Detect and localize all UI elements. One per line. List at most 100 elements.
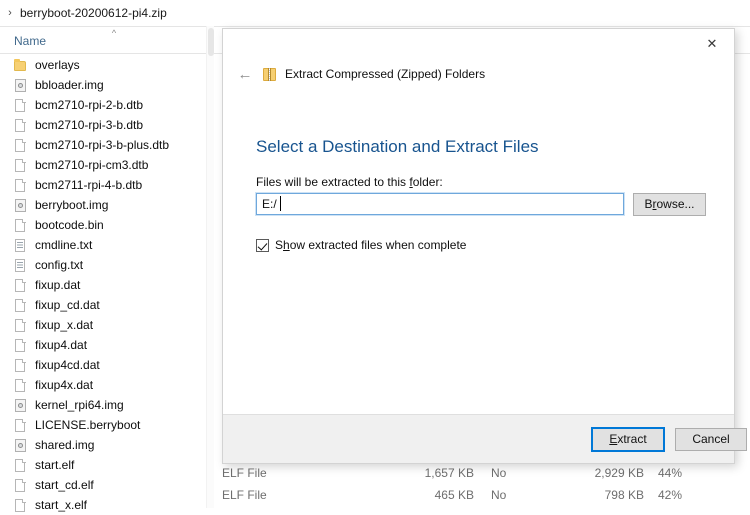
document-icon	[14, 158, 27, 173]
text-document-icon	[14, 258, 27, 273]
file-list-item[interactable]: kernel_rpi64.img	[0, 395, 206, 415]
file-list-item[interactable]: fixup_cd.dat	[0, 295, 206, 315]
cell-size: 1,657 KB	[406, 466, 474, 480]
file-name-label: bootcode.bin	[35, 218, 104, 232]
extract-wizard-dialog: ✕ ← Extract Compressed (Zipped) Folders …	[222, 28, 735, 464]
sort-ascending-icon[interactable]: ^	[108, 28, 120, 38]
checkbox-text-post: ow extracted files when complete	[290, 238, 467, 252]
show-extracted-checkbox-row[interactable]: Show extracted files when complete	[256, 238, 466, 252]
checkbox-label: Show extracted files when complete	[275, 238, 466, 252]
document-icon	[14, 378, 27, 393]
file-name-label: fixup.dat	[35, 278, 80, 292]
document-icon	[14, 478, 27, 493]
file-name-label: bbloader.img	[35, 78, 104, 92]
file-list-item[interactable]: bcm2710-rpi-2-b.dtb	[0, 95, 206, 115]
disc-image-icon	[14, 198, 27, 213]
cell-size: 465 KB	[406, 488, 474, 502]
file-list-item[interactable]: start_x.elf	[0, 495, 206, 515]
file-list-item[interactable]: bootcode.bin	[0, 215, 206, 235]
browse-text-post: owse...	[657, 197, 695, 211]
file-list-item[interactable]: config.txt	[0, 255, 206, 275]
file-list-item[interactable]: bcm2710-rpi-3-b-plus.dtb	[0, 135, 206, 155]
cell-pct: 44%	[658, 466, 682, 480]
text-cursor	[280, 196, 281, 211]
file-list-scrollbar[interactable]	[206, 26, 214, 508]
label-text-pre: Files will be extracted to this	[256, 175, 409, 189]
checkbox-checked-icon[interactable]	[256, 239, 269, 252]
file-name-label: LICENSE.berryboot	[35, 418, 140, 432]
file-name-label: config.txt	[35, 258, 83, 272]
file-name-label: bcm2710-rpi-3-b.dtb	[35, 118, 143, 132]
breadcrumb-path[interactable]: berryboot-20200612-pi4.zip	[20, 6, 167, 20]
document-icon	[14, 278, 27, 293]
cancel-button[interactable]: Cancel	[675, 428, 747, 451]
file-list-item[interactable]: bcm2711-rpi-4-b.dtb	[0, 175, 206, 195]
file-list-item[interactable]: fixup_x.dat	[0, 315, 206, 335]
file-name-label: fixup4.dat	[35, 338, 87, 352]
cell-protected: No	[491, 466, 506, 480]
destination-field-label: Files will be extracted to this folder:	[256, 175, 443, 189]
file-name-label: overlays	[35, 58, 80, 72]
file-list-item[interactable]: bcm2710-rpi-cm3.dtb	[0, 155, 206, 175]
breadcrumb[interactable]: › berryboot-20200612-pi4.zip	[0, 0, 750, 26]
cell-ratio: 2,929 KB	[576, 466, 644, 480]
page-title: Select a Destination and Extract Files	[256, 137, 539, 157]
disc-image-icon	[14, 78, 27, 93]
back-arrow-icon[interactable]: ←	[230, 61, 260, 87]
file-name-label: start.elf	[35, 458, 74, 472]
file-name-label: bcm2710-rpi-cm3.dtb	[35, 158, 148, 172]
extract-button[interactable]: Extract	[592, 428, 664, 451]
document-icon	[14, 318, 27, 333]
table-row[interactable]: ELF File 1,657 KB No 2,929 KB 44%	[206, 462, 750, 484]
close-icon[interactable]: ✕	[690, 29, 734, 57]
file-name-label: start_x.elf	[35, 498, 87, 512]
file-list-item[interactable]: shared.img	[0, 435, 206, 455]
file-list-item[interactable]: LICENSE.berryboot	[0, 415, 206, 435]
document-icon	[14, 498, 27, 513]
file-list[interactable]: overlays bbloader.img bcm2710-rpi-2-b.dtb b…	[0, 55, 206, 508]
cell-pct: 42%	[658, 488, 682, 502]
checkbox-mnemonic: h	[283, 238, 290, 252]
column-header-name[interactable]: Name	[14, 34, 46, 48]
file-name-label: cmdline.txt	[35, 238, 92, 252]
zip-folder-icon	[262, 67, 277, 82]
text-document-icon	[14, 238, 27, 253]
cell-protected: No	[491, 488, 506, 502]
file-list-item[interactable]: fixup4x.dat	[0, 375, 206, 395]
file-name-label: bcm2710-rpi-3-b-plus.dtb	[35, 138, 169, 152]
file-list-item[interactable]: fixup4.dat	[0, 335, 206, 355]
file-name-label: fixup_x.dat	[35, 318, 93, 332]
table-row[interactable]: ELF File 465 KB No 798 KB 42%	[206, 484, 750, 506]
cell-type: ELF File	[222, 466, 267, 480]
file-list-item[interactable]: start.elf	[0, 455, 206, 475]
document-icon	[14, 458, 27, 473]
cell-ratio: 798 KB	[576, 488, 644, 502]
document-icon	[14, 298, 27, 313]
browse-button[interactable]: Browse...	[633, 193, 706, 216]
dialog-footer: Extract Cancel	[223, 414, 734, 463]
file-name-label: fixup4x.dat	[35, 378, 93, 392]
file-name-label: bcm2710-rpi-2-b.dtb	[35, 98, 143, 112]
document-icon	[14, 178, 27, 193]
file-list-item[interactable]: bbloader.img	[0, 75, 206, 95]
cell-type: ELF File	[222, 488, 267, 502]
file-list-item[interactable]: fixup.dat	[0, 275, 206, 295]
file-list-item[interactable]: bcm2710-rpi-3-b.dtb	[0, 115, 206, 135]
dialog-header: ← Extract Compressed (Zipped) Folders	[223, 61, 734, 87]
details-columns-background: ELF File 1,657 KB No 2,929 KB 44% ELF File 465…	[206, 462, 750, 508]
file-list-item[interactable]: fixup4cd.dat	[0, 355, 206, 375]
scrollbar-thumb[interactable]	[208, 28, 214, 56]
disc-image-icon	[14, 438, 27, 453]
file-list-item[interactable]: overlays	[0, 55, 206, 75]
chevron-right-icon: ›	[3, 8, 17, 19]
file-name-label: fixup4cd.dat	[35, 358, 100, 372]
file-list-item[interactable]: berryboot.img	[0, 195, 206, 215]
file-name-label: bcm2711-rpi-4-b.dtb	[35, 178, 142, 192]
file-name-label: shared.img	[35, 438, 94, 452]
file-name-label: start_cd.elf	[35, 478, 94, 492]
folder-icon	[14, 58, 27, 73]
file-list-item[interactable]: start_cd.elf	[0, 475, 206, 495]
file-list-item[interactable]: cmdline.txt	[0, 235, 206, 255]
destination-path-input[interactable]	[256, 193, 624, 215]
document-icon	[14, 218, 27, 233]
